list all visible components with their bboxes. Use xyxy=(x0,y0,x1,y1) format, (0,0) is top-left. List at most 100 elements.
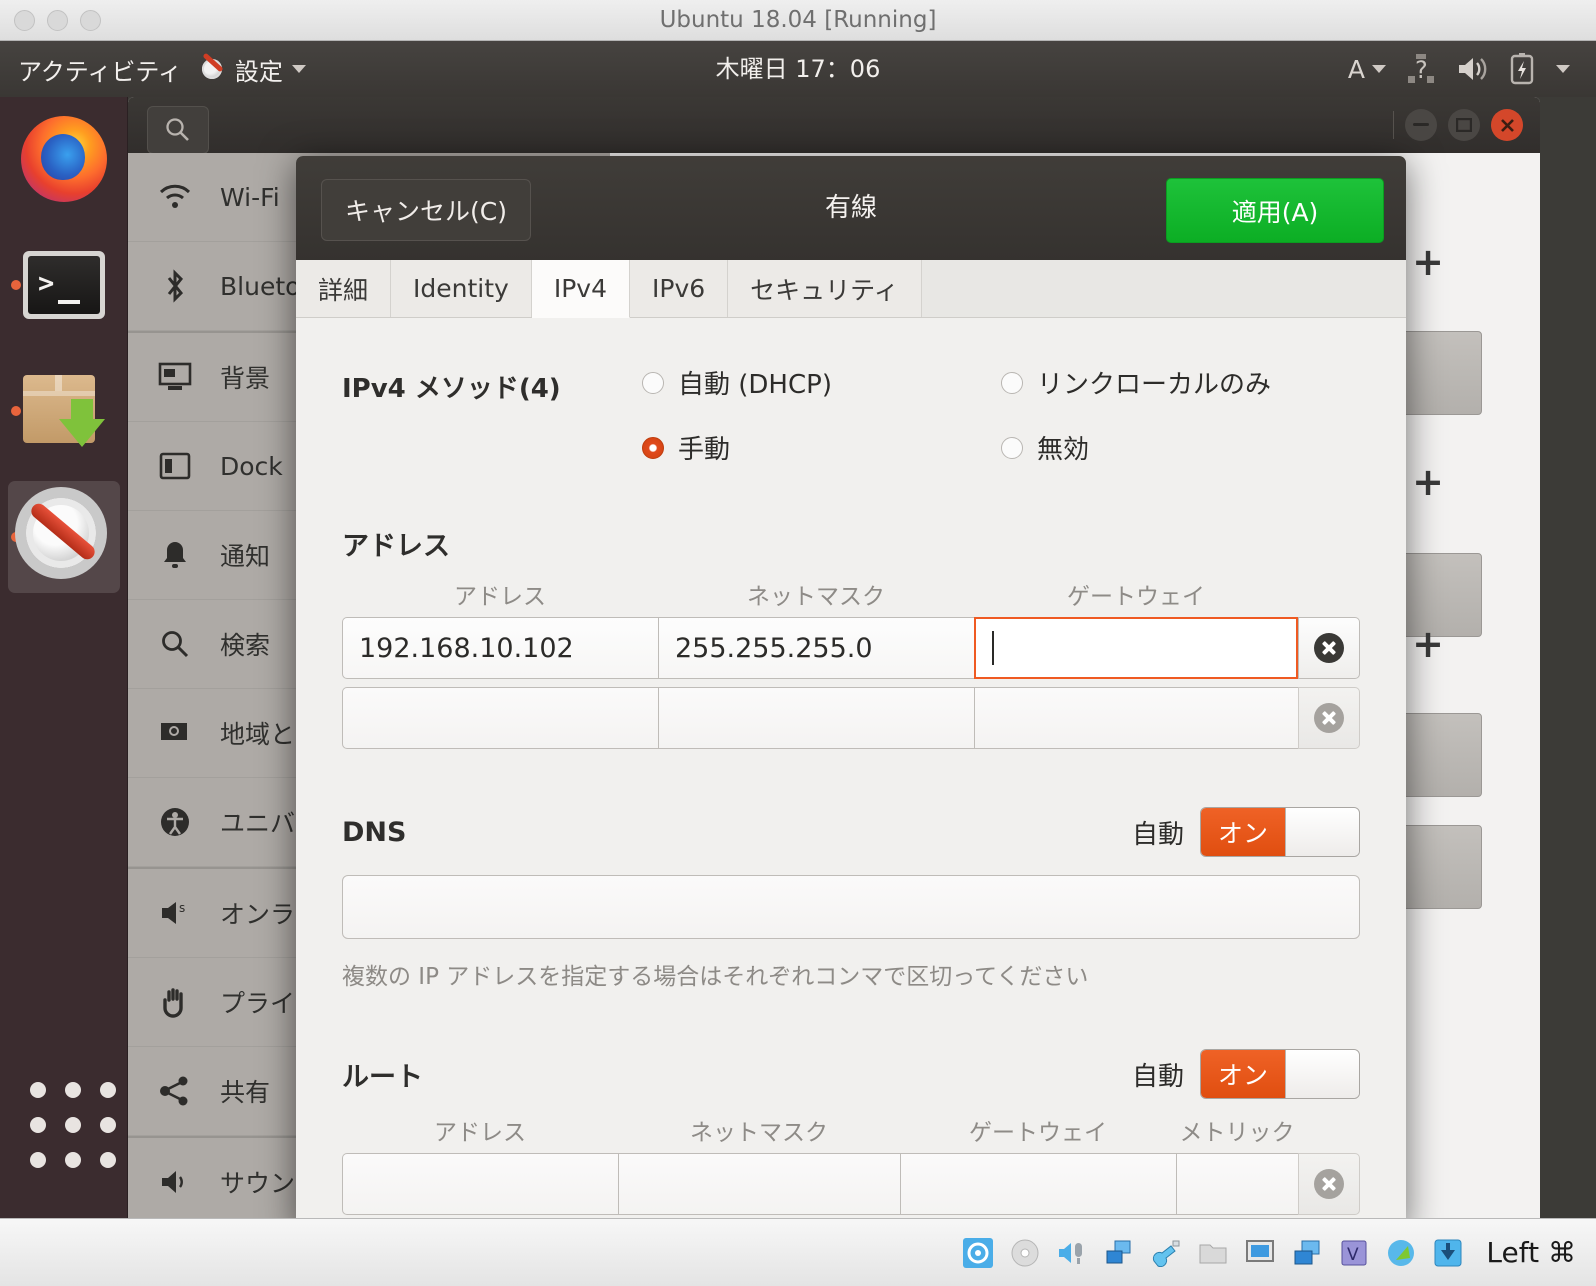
vbox-window-title: Ubuntu 18.04 [Running] xyxy=(659,7,937,33)
routes-auto-label: 自動 xyxy=(1131,1061,1184,1092)
bluetooth-icon xyxy=(156,269,194,303)
optical-disk-icon[interactable] xyxy=(1008,1236,1042,1270)
online-accounts-icon: s xyxy=(156,898,194,928)
vbox-status-bar: V Left ⌘ xyxy=(0,1218,1596,1286)
dock-item-terminal[interactable] xyxy=(8,229,120,341)
hard-disk-icon[interactable] xyxy=(961,1236,995,1270)
delete-row-button[interactable] xyxy=(1298,687,1360,749)
host-key-icon[interactable] xyxy=(1431,1236,1465,1270)
routes-auto-switch[interactable]: オン xyxy=(1200,1049,1360,1099)
sidebar-item-label: Wi-Fi xyxy=(220,182,280,212)
dns-auto-label: 自動 xyxy=(1131,819,1184,850)
tab-security[interactable]: セキュリティ xyxy=(728,260,922,317)
software-icon xyxy=(23,375,105,447)
close-icon xyxy=(1314,633,1344,663)
tab-details[interactable]: 詳細 xyxy=(296,260,392,317)
tab-ipv4[interactable]: IPv4 xyxy=(531,260,630,318)
vbox-titlebar: Ubuntu 18.04 [Running] xyxy=(0,0,1596,41)
network-icon[interactable] xyxy=(1102,1236,1136,1270)
switch-knob xyxy=(1285,808,1359,856)
show-applications-button[interactable] xyxy=(30,1082,118,1170)
apply-button[interactable]: 適用(A) xyxy=(1166,178,1384,243)
bell-icon xyxy=(156,539,194,571)
settings-window-header xyxy=(128,97,1540,154)
search-icon xyxy=(166,118,189,141)
add-connection-button[interactable]: + xyxy=(1412,463,1444,501)
gateway-input[interactable] xyxy=(974,617,1298,679)
route-address-input[interactable] xyxy=(342,1153,618,1215)
maximize-button[interactable] xyxy=(1448,109,1480,141)
background-icon xyxy=(156,362,194,392)
settings-search-button[interactable] xyxy=(147,106,209,154)
dock-item-settings[interactable] xyxy=(8,481,120,593)
gateway-input[interactable] xyxy=(974,687,1298,749)
add-connection-button[interactable]: + xyxy=(1412,243,1444,281)
route-metric-input[interactable] xyxy=(1176,1153,1298,1215)
radio-disable[interactable]: 無効 xyxy=(1001,429,1360,466)
usb-icon[interactable] xyxy=(1149,1236,1183,1270)
sound-icon xyxy=(156,1168,194,1196)
table-row xyxy=(342,1153,1360,1215)
route-gateway-input[interactable] xyxy=(900,1153,1176,1215)
dock-item-software[interactable] xyxy=(8,355,120,467)
add-connection-button[interactable]: + xyxy=(1412,625,1444,663)
table-row xyxy=(342,687,1360,749)
dialog-tabs: 詳細 Identity IPv4 IPv6 セキュリティ xyxy=(296,260,1406,318)
address-input[interactable]: 192.168.10.102 xyxy=(342,617,658,679)
netmask-input[interactable] xyxy=(658,687,974,749)
address-input[interactable] xyxy=(342,687,658,749)
ipv4-method-label: IPv4 メソッド(4) xyxy=(342,374,561,404)
route-netmask-input[interactable] xyxy=(618,1153,900,1215)
battery-icon[interactable] xyxy=(1510,53,1534,85)
shared-folder-icon[interactable] xyxy=(1196,1236,1230,1270)
dns-auto-switch[interactable]: オン xyxy=(1200,807,1360,857)
column-header-gateway: ゲートウェイ xyxy=(969,1120,1107,1146)
radio-link-local-only[interactable]: リンクローカルのみ xyxy=(1001,364,1360,401)
addresses-section-title: アドレス xyxy=(342,531,450,562)
firefox-icon xyxy=(21,116,107,202)
radio-label: 手動 xyxy=(678,435,731,465)
minimize-button[interactable] xyxy=(1405,109,1437,141)
table-row: 192.168.10.102 255.255.255.0 xyxy=(342,617,1360,679)
mouse-integration-icon[interactable] xyxy=(1384,1236,1418,1270)
close-icon xyxy=(1314,703,1344,733)
screen-root: Ubuntu 18.04 [Running] アクティビティ 設定 木曜日 17… xyxy=(0,0,1596,1286)
radio-manual[interactable]: 手動 xyxy=(642,429,1001,466)
virtualization-icon[interactable]: V xyxy=(1337,1236,1371,1270)
accessibility-icon xyxy=(156,806,194,838)
chevron-down-icon xyxy=(1372,65,1386,73)
column-header-address: アドレス xyxy=(434,1120,526,1146)
dock-item-firefox[interactable] xyxy=(8,103,120,215)
audio-icon[interactable] xyxy=(1055,1236,1089,1270)
recording-icon[interactable] xyxy=(1290,1236,1324,1270)
close-button[interactable] xyxy=(1491,109,1523,141)
delete-row-button[interactable] xyxy=(1298,1153,1360,1215)
addresses-column-headers: アドレス ネットマスク ゲートウェイ xyxy=(342,577,1360,611)
region-icon xyxy=(156,720,194,746)
tab-ipv6[interactable]: IPv6 xyxy=(630,260,729,317)
chevron-down-icon[interactable] xyxy=(1556,65,1570,73)
ime-indicator[interactable]: A xyxy=(1348,55,1386,84)
maximize-icon xyxy=(1456,118,1472,132)
display-icon[interactable] xyxy=(1243,1236,1277,1270)
netmask-input[interactable]: 255.255.255.0 xyxy=(658,617,974,679)
routes-table xyxy=(342,1153,1360,1215)
dock-icon xyxy=(156,452,194,480)
network-icon[interactable]: ? xyxy=(1408,54,1434,84)
privacy-icon xyxy=(156,986,194,1018)
dns-auto-toggle-group: 自動 オン xyxy=(1132,807,1360,857)
dialog-body-ipv4: IPv4 メソッド(4) 自動 (DHCP) リンクローカルのみ 手動 無効 ア… xyxy=(296,364,1406,1231)
wired-connection-dialog: キャンセル(C) 有線 適用(A) 詳細 Identity IPv4 IPv6 … xyxy=(296,156,1406,1231)
radio-indicator xyxy=(642,371,664,394)
delete-row-button[interactable] xyxy=(1298,617,1360,679)
routes-column-headers: アドレス ネットマスク ゲートウェイ メトリック xyxy=(342,1113,1360,1147)
sidebar-item-label: 検索 xyxy=(220,631,271,660)
close-icon xyxy=(1500,118,1514,132)
close-icon xyxy=(1314,1169,1344,1199)
tab-identity[interactable]: Identity xyxy=(391,260,532,317)
volume-icon[interactable] xyxy=(1456,55,1488,83)
radio-auto-dhcp[interactable]: 自動 (DHCP) xyxy=(642,364,1001,401)
host-key-label: Left ⌘ xyxy=(1486,1236,1576,1269)
dns-servers-input[interactable] xyxy=(342,875,1360,939)
dns-hint-text: 複数の IP アドレスを指定する場合はそれぞれコンマで区切ってください xyxy=(342,964,1089,990)
